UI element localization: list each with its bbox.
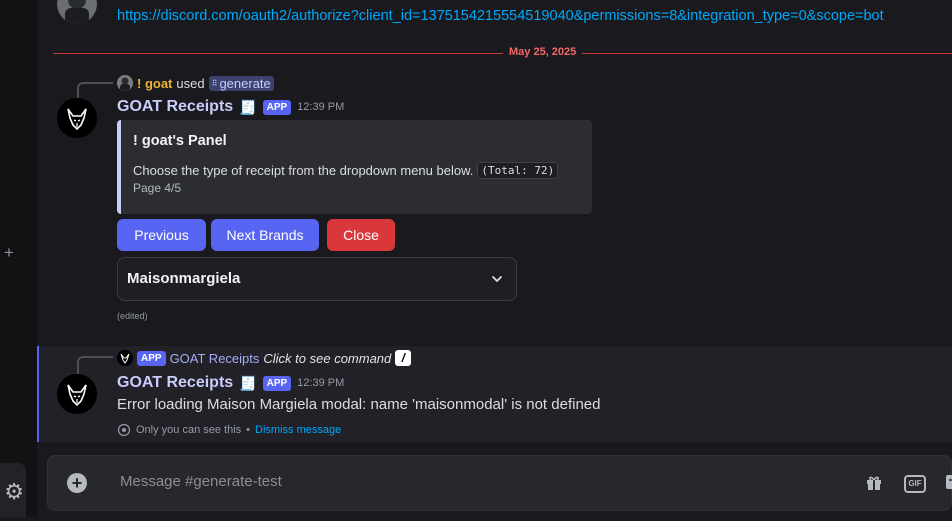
- panel-embed: ! goat's Panel Choose the type of receip…: [117, 120, 592, 214]
- message-composer: + GIF: [47, 455, 952, 511]
- reply-author-name[interactable]: GOAT Receipts: [170, 351, 260, 366]
- brand-select[interactable]: Maisonmargiela: [117, 257, 517, 301]
- app-badge: APP: [262, 375, 292, 391]
- select-value: Maisonmargiela: [127, 270, 241, 287]
- visibility-note: Only you can see this: [136, 424, 242, 436]
- plus-icon[interactable]: +: [4, 244, 14, 261]
- goat-logo-icon: [57, 98, 97, 138]
- timestamp[interactable]: 12:39 PM: [297, 377, 344, 389]
- dismiss-message-link[interactable]: Dismiss message: [255, 424, 341, 436]
- eye-icon: [117, 423, 131, 437]
- embed-title: ! goat's Panel: [133, 133, 227, 149]
- date-divider-label: May 25, 2025: [503, 46, 583, 58]
- message-input[interactable]: [118, 472, 622, 491]
- goat-logo-icon: [57, 374, 97, 414]
- message-header: GOAT Receipts 🧾 APP 12:39 PM: [117, 98, 344, 116]
- edited-marker: (edited): [117, 311, 148, 321]
- bot-avatar[interactable]: [57, 374, 97, 414]
- reply-connector: [77, 82, 113, 100]
- ephemeral-footer: Only you can see this • Dismiss message: [117, 423, 341, 437]
- slash-grid-icon: ⠿: [211, 78, 218, 88]
- error-message-text: Error loading Maison Margiela modal: nam…: [117, 396, 601, 413]
- total-count-code: (Total: 72): [477, 162, 559, 179]
- gear-icon[interactable]: ⚙: [0, 463, 26, 517]
- click-to-see-command[interactable]: Click to see command: [263, 351, 391, 366]
- add-circle-icon[interactable]: +: [67, 473, 87, 493]
- reply-avatar: [117, 75, 133, 91]
- reply-user-name[interactable]: ! goat: [137, 76, 172, 91]
- receipt-icon: 🧾: [239, 374, 257, 391]
- reply-avatar: [117, 350, 133, 366]
- gif-icon[interactable]: GIF: [904, 475, 926, 493]
- server-sidebar: + ⚙: [0, 0, 37, 517]
- chat-area: https://discord.com/oauth2/authorize?cli…: [37, 0, 952, 517]
- avatar[interactable]: [57, 0, 97, 24]
- embed-description: Choose the type of receipt from the drop…: [133, 162, 559, 179]
- embed-footer: Page 4/5: [133, 181, 182, 195]
- sticker-icon[interactable]: [943, 473, 952, 493]
- bot-avatar[interactable]: [57, 98, 97, 138]
- footer-separator: •: [246, 424, 251, 436]
- chevron-down-icon: [492, 276, 502, 282]
- reply-verb: used: [176, 75, 205, 91]
- command-mention[interactable]: ⠿ generate: [208, 75, 274, 91]
- author-name[interactable]: GOAT Receipts: [117, 98, 233, 116]
- receipt-icon: 🧾: [239, 98, 257, 115]
- next-brands-button[interactable]: Next Brands: [211, 219, 319, 251]
- close-button[interactable]: Close: [327, 219, 395, 251]
- slash-command-icon: /: [395, 350, 412, 366]
- previous-button[interactable]: Previous: [117, 219, 206, 251]
- oauth-link[interactable]: https://discord.com/oauth2/authorize?cli…: [117, 8, 884, 24]
- command-name: generate: [219, 75, 271, 91]
- app-badge: APP: [262, 99, 292, 115]
- reply-preview[interactable]: APP GOAT Receipts Click to see command /: [117, 350, 412, 366]
- reply-preview[interactable]: ! goat used ⠿ generate: [117, 75, 274, 91]
- app-badge: APP: [137, 350, 166, 366]
- message-header: GOAT Receipts 🧾 APP 12:39 PM: [117, 374, 344, 392]
- timestamp[interactable]: 12:39 PM: [297, 101, 344, 113]
- embed-description-text: Choose the type of receipt from the drop…: [133, 163, 474, 178]
- gift-icon[interactable]: [864, 473, 884, 493]
- reply-connector: [77, 356, 113, 374]
- author-name[interactable]: GOAT Receipts: [117, 374, 233, 392]
